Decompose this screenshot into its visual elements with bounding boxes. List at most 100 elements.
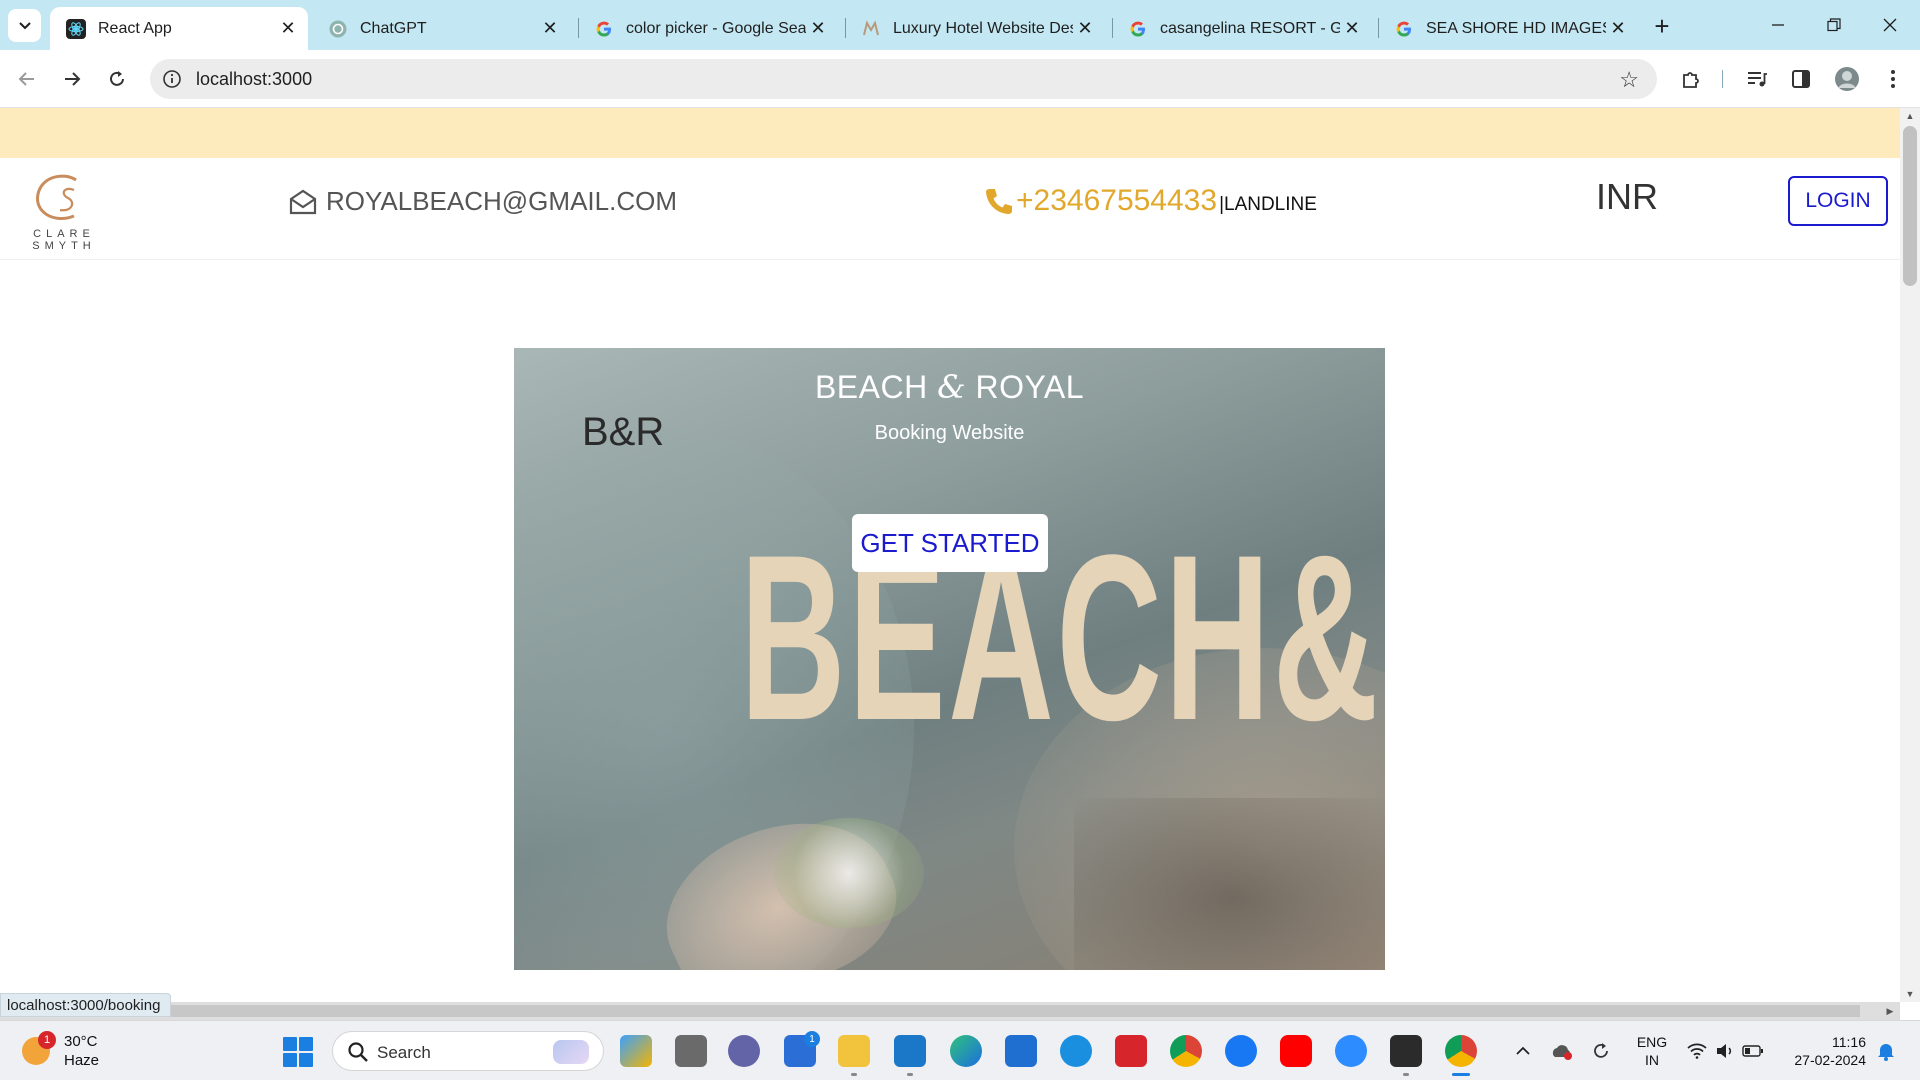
terminal-icon[interactable] — [1390, 1035, 1422, 1067]
chrome-profile-icon[interactable] — [1445, 1035, 1477, 1067]
horizontal-scrollbar[interactable]: ▶ — [0, 1002, 1900, 1020]
browser-menu-button[interactable] — [1878, 64, 1908, 94]
input-language[interactable]: ENG IN — [1634, 1033, 1670, 1069]
back-button[interactable] — [10, 62, 44, 96]
hero-title-left: BEACH — [814, 369, 928, 405]
notification-bell-icon[interactable] — [1874, 1035, 1898, 1067]
hero-title-right: ROYAL — [975, 369, 1085, 405]
file-explorer-icon[interactable] — [838, 1035, 870, 1067]
teams-chat-icon[interactable] — [728, 1035, 760, 1067]
logo-line-2: SMYTH — [32, 240, 96, 252]
vertical-scroll-thumb[interactable] — [1903, 126, 1917, 286]
onedrive-error-icon[interactable] — [1548, 1035, 1576, 1067]
zoom-icon[interactable] — [1335, 1035, 1367, 1067]
tab-react-app[interactable]: React App ✕ — [50, 7, 308, 50]
profile-avatar[interactable] — [1832, 64, 1862, 94]
facebook-icon[interactable] — [1225, 1035, 1257, 1067]
vertical-scrollbar[interactable]: ▲ ▼ — [1900, 108, 1920, 1002]
hero-leaf-shadow — [1074, 798, 1385, 970]
sync-icon[interactable] — [1588, 1035, 1614, 1067]
side-panel-button[interactable] — [1786, 64, 1816, 94]
reload-icon — [110, 71, 124, 86]
omnibox[interactable]: localhost:3000 ☆ — [150, 59, 1657, 99]
chatgpt-icon — [328, 19, 348, 39]
media-control-button[interactable] — [1742, 64, 1772, 94]
weather-widget[interactable]: 1 30°C Haze — [22, 1031, 142, 1071]
login-button[interactable]: LOGIN — [1788, 176, 1888, 226]
myhp-icon[interactable] — [1005, 1035, 1037, 1067]
phone-icon — [986, 189, 1012, 214]
running-indicator — [1403, 1073, 1409, 1076]
tab-sea-shore[interactable]: SEA SHORE HD IMAGES - ( ✕ — [1378, 7, 1638, 50]
tab-title: Luxury Hotel Website Desig — [893, 19, 1073, 37]
vscode-icon[interactable] — [894, 1035, 926, 1067]
logo-line-1: CLARE — [33, 228, 95, 240]
arrow-left-icon — [18, 72, 34, 86]
close-icon[interactable]: ✕ — [276, 17, 300, 41]
system-clock[interactable]: 11:16 27-02-2024 — [1786, 1033, 1866, 1069]
chrome-icon[interactable] — [1170, 1035, 1202, 1067]
search-placeholder: Search — [377, 1043, 431, 1062]
wifi-icon[interactable] — [1684, 1035, 1710, 1067]
bookmark-star-icon[interactable]: ☆ — [1619, 67, 1639, 93]
contact-email[interactable]: ROYALBEACH@GMAIL.COM — [288, 186, 677, 217]
site-logo[interactable]: CLARE SMYTH — [24, 172, 104, 254]
reload-button[interactable] — [100, 62, 134, 96]
get-started-button[interactable]: GET STARTED — [852, 514, 1048, 572]
taskbar-search[interactable]: Search — [332, 1031, 604, 1071]
tab-luxury-hotel[interactable]: Luxury Hotel Website Desig ✕ — [845, 7, 1105, 50]
currency-selector[interactable]: INR — [1596, 176, 1658, 218]
tab-color-picker[interactable]: color picker - Google Searc ✕ — [578, 7, 838, 50]
email-text: ROYALBEACH@GMAIL.COM — [326, 186, 677, 216]
side-panel-icon — [1792, 70, 1810, 88]
address-toolbar: localhost:3000 ☆ — [0, 50, 1920, 108]
tab-casangelina[interactable]: casangelina RESORT - Goo ✕ — [1112, 7, 1372, 50]
running-indicator — [851, 1073, 857, 1076]
google-icon — [1394, 19, 1414, 39]
help-icon[interactable] — [1060, 1035, 1092, 1067]
forward-button[interactable] — [55, 62, 89, 96]
volume-icon[interactable] — [1712, 1035, 1738, 1067]
close-icon[interactable]: ✕ — [538, 17, 562, 41]
page-viewport: CLARE SMYTH ROYALBEACH@GMAIL.COM +234675… — [0, 108, 1900, 1002]
tab-search-button[interactable] — [8, 9, 41, 42]
site-header: CLARE SMYTH ROYALBEACH@GMAIL.COM +234675… — [0, 158, 1900, 260]
new-tab-button[interactable]: + — [1648, 11, 1676, 41]
mcafee-icon[interactable] — [1115, 1035, 1147, 1067]
close-icon[interactable]: ✕ — [1340, 17, 1364, 41]
restore-button[interactable] — [1806, 8, 1862, 42]
running-indicator — [907, 1073, 913, 1076]
close-window-button[interactable] — [1862, 8, 1918, 42]
close-icon[interactable]: ✕ — [1606, 17, 1630, 41]
scroll-right-arrow-icon[interactable]: ▶ — [1880, 1002, 1900, 1020]
region-code: IN — [1645, 1052, 1659, 1068]
battery-icon[interactable] — [1740, 1035, 1766, 1067]
youtube-icon[interactable] — [1280, 1035, 1312, 1067]
url-text[interactable]: localhost:3000 — [196, 69, 312, 90]
tab-title: color picker - Google Searc — [626, 19, 806, 37]
close-icon[interactable]: ✕ — [1073, 17, 1097, 41]
hero-subtitle: Booking Website — [874, 422, 1025, 444]
close-icon[interactable]: ✕ — [806, 17, 830, 41]
scroll-up-arrow-icon[interactable]: ▲ — [1900, 108, 1920, 124]
edge-icon[interactable] — [950, 1035, 982, 1067]
chevron-up-icon[interactable] — [1510, 1035, 1536, 1067]
hero-flowers-image — [774, 818, 924, 928]
dribbble-icon — [861, 19, 881, 39]
tab-chatgpt[interactable]: ChatGPT ✕ — [312, 7, 570, 50]
contact-phone[interactable]: +23467554433 |LANDLINE — [984, 184, 1317, 218]
playlist-icon — [1748, 72, 1767, 87]
extensions-button[interactable] — [1676, 64, 1706, 94]
clock-time: 11:16 — [1832, 1034, 1866, 1050]
store-badge: 1 — [804, 1031, 820, 1047]
weather-temperature: 30°C — [64, 1033, 98, 1050]
copilot-icon[interactable] — [620, 1035, 652, 1067]
clock-date: 27-02-2024 — [1794, 1052, 1866, 1068]
horizontal-scroll-thumb[interactable] — [0, 1005, 1860, 1017]
task-view-icon[interactable] — [675, 1035, 707, 1067]
scroll-down-arrow-icon[interactable]: ▼ — [1900, 986, 1920, 1002]
start-button[interactable] — [283, 1037, 313, 1067]
minimize-button[interactable] — [1750, 8, 1806, 42]
site-info-icon[interactable] — [162, 69, 182, 89]
kebab-menu-icon — [1891, 70, 1895, 88]
